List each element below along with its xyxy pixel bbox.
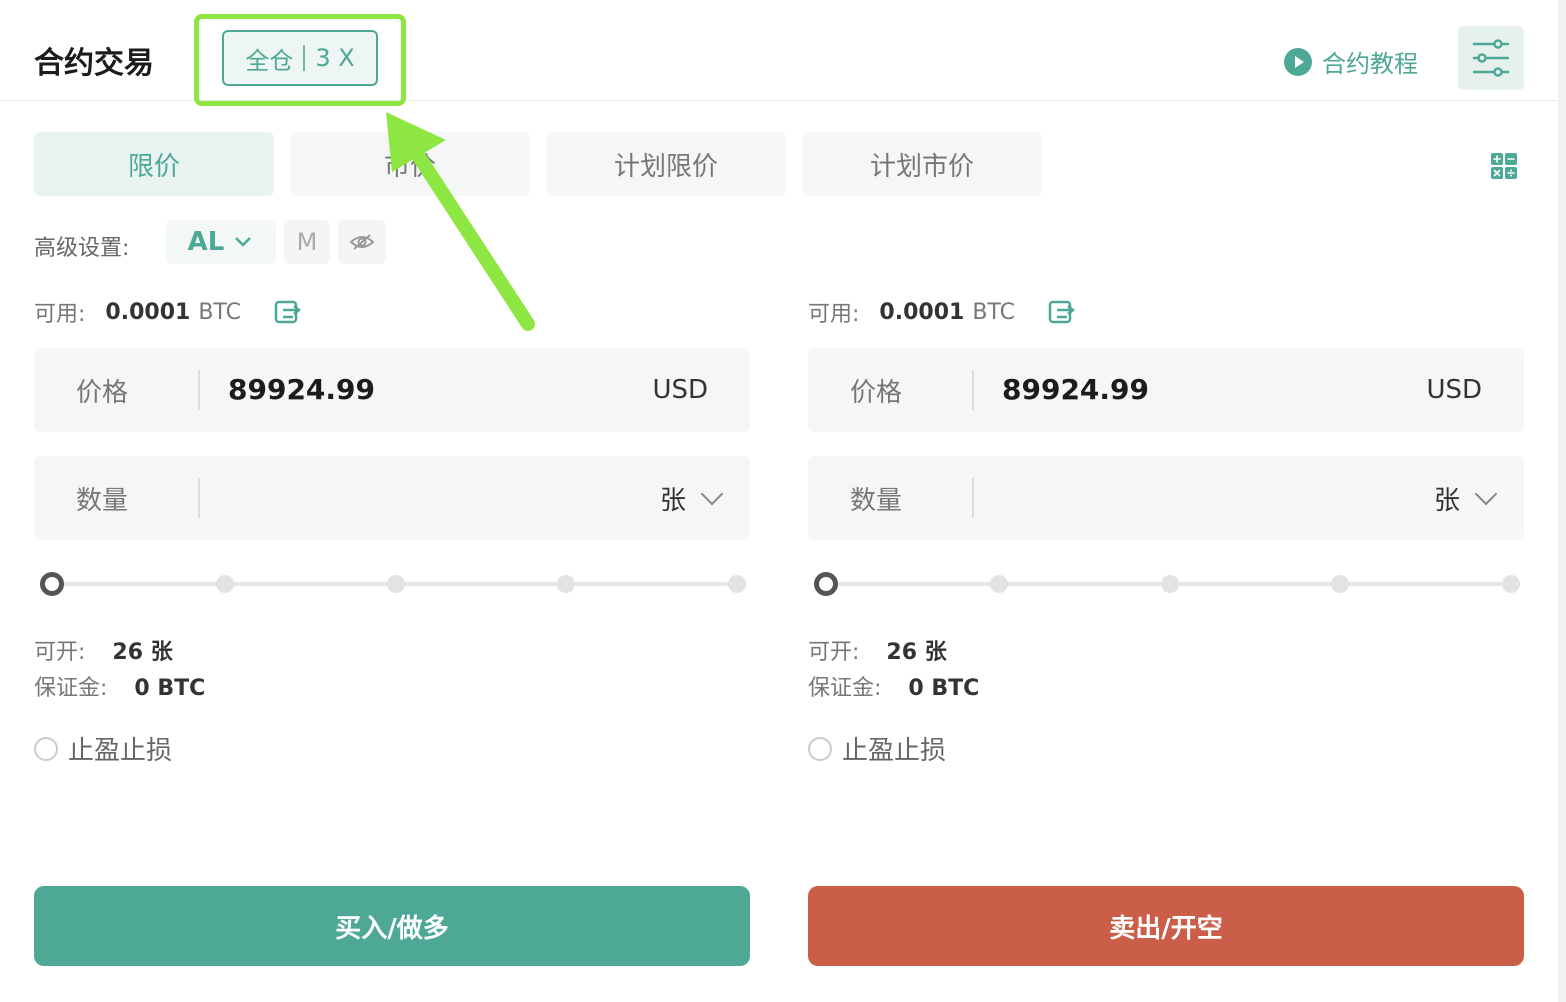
sliders-icon [1472,39,1510,77]
tab-plan-market[interactable]: 计划市价 [802,132,1042,196]
slider-step-75[interactable] [557,575,575,593]
tutorial-link[interactable]: 合约教程 [1284,44,1418,79]
quantity-unit-dropdown[interactable]: 张 [1434,480,1524,517]
available-balance: 可用: 0.0001 BTC [34,296,301,328]
openable-label: 可开: [34,640,86,665]
openable-info: 可开: 26 张 [808,634,947,666]
available-label: 可用: [34,302,86,327]
available-label: 可用: [808,302,860,327]
hide-toggle[interactable] [338,220,386,264]
wallet-transfer-icon[interactable] [1047,298,1075,326]
quantity-input[interactable] [974,456,1434,540]
openable-value: 26 张 [886,640,947,665]
price-input[interactable] [200,348,653,432]
play-circle-icon [1284,47,1312,76]
tpsl-label: 止盈止损 [68,736,173,766]
wallet-transfer-icon[interactable] [273,298,301,326]
slider-step-50[interactable] [1161,575,1179,593]
tpsl-radio[interactable] [808,736,832,761]
tpsl-option[interactable]: 止盈止损 [34,730,172,767]
separator [303,45,306,71]
quantity-slider[interactable] [812,572,1520,596]
price-unit: USD [652,375,708,405]
order-type-tabs: 限价 市价 计划限价 计划市价 [34,132,1042,196]
available-value: 0.0001 [879,299,965,325]
tab-plan-limit[interactable]: 计划限价 [546,132,786,196]
slider-knob[interactable] [814,572,838,596]
eye-off-icon [349,234,375,250]
sell-panel: 可用: 0.0001 BTC 价格 USD 数量 张 可开: 26 [808,290,1524,970]
available-unit: BTC [198,299,241,325]
quantity-label: 数量 [850,485,903,516]
tab-limit[interactable]: 限价 [34,132,274,196]
margin-label: 保证金: [808,676,882,701]
tutorial-label: 合约教程 [1322,50,1418,78]
sell-short-button[interactable]: 卖出/开空 [808,886,1524,966]
available-balance: 可用: 0.0001 BTC [808,296,1075,328]
available-value: 0.0001 [105,299,191,325]
margin-leverage-button[interactable]: 全仓 3 X [222,30,378,86]
tpsl-label: 止盈止损 [842,736,947,766]
slider-step-50[interactable] [387,575,405,593]
margin-info: 保证金: 0 BTC [808,670,979,702]
quantity-unit: 张 [1433,485,1460,516]
available-unit: BTC [972,299,1015,325]
quantity-field: 数量 张 [34,456,750,540]
tab-market[interactable]: 市价 [290,132,530,196]
quantity-input[interactable] [200,456,660,540]
price-field: 价格 USD [808,348,1524,432]
price-unit: USD [1426,375,1482,405]
margin-info: 保证金: 0 BTC [34,670,205,702]
al-label: AL [187,227,225,257]
buy-long-button[interactable]: 买入/做多 [34,886,750,966]
margin-label: 保证金: [34,676,108,701]
quantity-field: 数量 张 [808,456,1524,540]
price-input[interactable] [974,348,1427,432]
price-field: 价格 USD [34,348,750,432]
openable-info: 可开: 26 张 [34,634,173,666]
m-button[interactable]: M [284,220,330,264]
settings-button[interactable] [1458,26,1524,90]
advanced-settings-label: 高级设置: [34,236,130,261]
calculator-icon[interactable] [1490,152,1518,180]
price-label: 价格 [76,377,129,408]
slider-step-75[interactable] [1331,575,1349,593]
price-label: 价格 [850,377,903,408]
leverage-label: 3 X [315,44,355,72]
chevron-down-icon [235,237,252,247]
slider-step-100[interactable] [1502,575,1520,593]
header: 合约交易 全仓 3 X 合约教程 [0,0,1558,101]
quantity-label: 数量 [76,485,129,516]
openable-value: 26 张 [112,640,173,665]
quantity-unit-dropdown[interactable]: 张 [660,480,750,517]
buy-panel: 可用: 0.0001 BTC 价格 USD 数量 张 可开: 26 [34,290,750,970]
slider-step-25[interactable] [216,575,234,593]
slider-knob[interactable] [40,572,64,596]
quantity-unit: 张 [659,485,686,516]
slider-step-100[interactable] [728,575,746,593]
margin-value: 0 BTC [134,676,206,701]
scrollbar[interactable] [1558,0,1566,1002]
quantity-slider[interactable] [38,572,746,596]
tpsl-option[interactable]: 止盈止损 [808,730,946,767]
margin-value: 0 BTC [908,676,980,701]
tpsl-radio[interactable] [34,736,58,761]
margin-mode-label: 全仓 [245,46,294,75]
page-title: 合约交易 [34,46,154,81]
chevron-down-icon [1474,482,1498,506]
openable-label: 可开: [808,640,860,665]
al-dropdown[interactable]: AL [166,220,276,264]
slider-step-25[interactable] [990,575,1008,593]
chevron-down-icon [700,482,724,506]
